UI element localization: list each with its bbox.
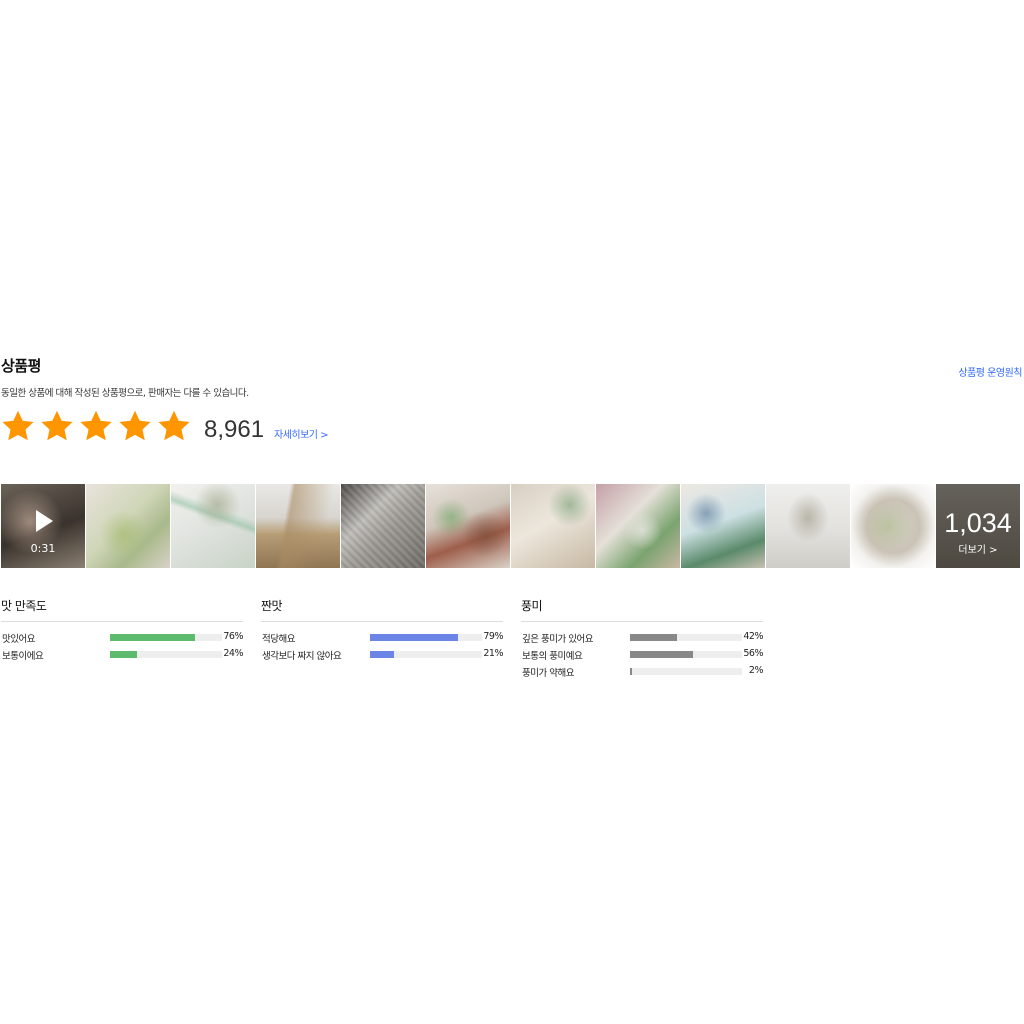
survey-bar-fill [370,651,394,658]
survey-option-label: 적당해요 [262,634,295,645]
survey-row: 생각보다 짜지 않아요 21% [261,647,503,664]
survey-percent: 2% [748,665,764,676]
review-count: 8,961 [204,416,265,443]
survey-bar [630,634,742,641]
photo-strip: 0:31 1,034 더보기 > [1,484,1020,568]
review-photo[interactable] [596,484,680,568]
survey-bar-fill [630,634,678,641]
survey-flavor: 풍미 깊은 풍미가 있어요 42% 보통의 풍미예요 56% 풍미가 약해요 2… [521,597,764,681]
survey-title: 풍미 [521,597,763,622]
survey-option-label: 보통이에요 [2,651,44,662]
survey-percent: 79% [483,631,503,642]
video-duration: 0:31 [30,542,56,555]
survey-bar [370,651,482,658]
play-icon [36,510,53,532]
survey-bar [110,651,222,658]
review-photo[interactable] [851,484,935,568]
star-icon [41,410,73,441]
star-rating [0,408,192,444]
survey-option-label: 깊은 풍미가 있어요 [522,634,593,645]
survey-option-label: 보통의 풍미예요 [522,651,583,662]
survey-bar [370,634,482,641]
detail-link[interactable]: 자세히보기 > [274,426,329,441]
survey-option-label: 생각보다 짜지 않아요 [262,651,342,662]
more-photos-label: 더보기 > [958,545,998,556]
survey-row: 적당해요 79% [261,630,503,647]
survey-taste: 맛 만족도 맛있어요 76% 보통이에요 24% [1,597,243,664]
survey-bar [110,634,222,641]
survey-percent: 24% [223,648,243,659]
survey-row: 보통이에요 24% [1,647,243,664]
review-title: 상품평 [1,357,41,375]
review-photo[interactable] [256,484,340,568]
survey-bar-fill [630,651,693,658]
review-photo[interactable] [511,484,595,568]
survey-bar-fill [630,668,633,675]
review-description: 동일한 상품에 대해 작성된 상품평으로, 판매자는 다를 수 있습니다. [1,388,249,399]
star-icon [119,410,151,441]
survey-percent: 76% [223,631,243,642]
survey-percent: 56% [743,648,763,659]
survey-saltiness: 짠맛 적당해요 79% 생각보다 짜지 않아요 21% [261,597,503,664]
survey-row: 보통의 풍미예요 56% [521,647,763,664]
star-icon [158,410,190,441]
survey-bar-fill [370,634,459,641]
survey-bar-fill [110,651,137,658]
survey-option-label: 맛있어요 [2,634,35,645]
review-photo[interactable] [766,484,850,568]
more-photos-button[interactable]: 1,034 더보기 > [936,484,1020,568]
survey-row: 깊은 풍미가 있어요 42% [521,630,763,647]
survey-title: 맛 만족도 [1,597,243,622]
survey-bar [630,668,742,675]
survey-percent: 21% [483,648,503,659]
survey-percent: 42% [743,631,763,642]
review-photo[interactable] [341,484,425,568]
review-photo[interactable] [681,484,765,568]
video-thumbnail[interactable]: 0:31 [1,484,85,568]
survey-row: 맛있어요 76% [1,630,243,647]
star-icon [80,410,112,441]
review-photo[interactable] [426,484,510,568]
photo-total-count: 1,034 [944,508,1012,538]
survey-row: 풍미가 약해요 2% [521,664,764,681]
survey-bar [630,651,742,658]
review-photo[interactable] [86,484,170,568]
review-policy-link[interactable]: 상품평 운영원칙 [958,364,1022,379]
survey-bar-fill [110,634,196,641]
review-photo[interactable] [171,484,255,568]
survey-option-label: 풍미가 약해요 [522,668,574,679]
survey-title: 짠맛 [261,597,503,622]
star-icon [2,410,34,441]
